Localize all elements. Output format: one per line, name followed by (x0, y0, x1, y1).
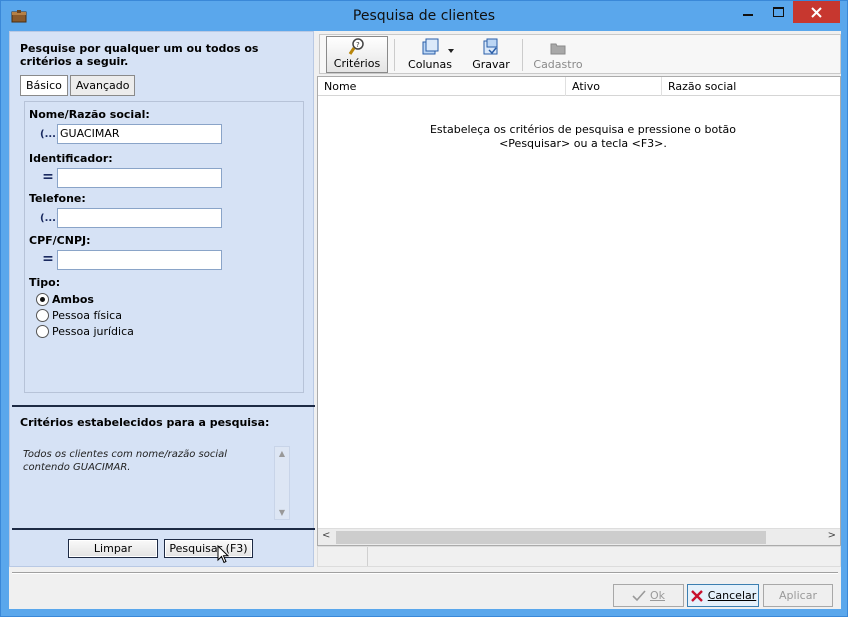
criterios-label: Critérios (333, 57, 381, 70)
criteria-heading: Pesquise por qualquer um ou todos os cri… (20, 42, 259, 68)
dialog-client: Pesquise por qualquer um ou todos os cri… (9, 31, 841, 609)
colunas-label: Colunas (408, 58, 452, 71)
ok-button[interactable]: Ok (613, 584, 684, 607)
maximize-button[interactable] (763, 1, 793, 23)
identificador-operator-icon[interactable]: = (40, 169, 56, 185)
radio-pessoa-fisica-indicator[interactable] (36, 309, 49, 322)
radio-pessoa-juridica-label: Pessoa jurídica (52, 325, 134, 338)
results-grid[interactable]: Nome Ativo Razão social Estabeleça os cr… (317, 76, 841, 546)
toolbar: ? Critérios Colunas Gravar Cadastro (319, 34, 841, 74)
dialog-window: Pesquisa de clientes Pesquise por qualqu… (0, 0, 848, 617)
telefone-label: Telefone: (29, 192, 86, 205)
nome-label: Nome/Razão social: (29, 108, 150, 121)
folder-icon (550, 43, 566, 55)
toolbar-separator-2 (522, 39, 523, 71)
apply-button[interactable]: Aplicar (763, 584, 833, 607)
cpf-operator-icon[interactable]: = (40, 251, 56, 267)
cpf-input[interactable] (57, 250, 222, 270)
criteria-tabs: Básico Avançado (20, 75, 137, 96)
mouse-cursor-icon (217, 545, 230, 564)
colunas-button[interactable]: Colunas (398, 36, 462, 73)
scroll-down-icon[interactable]: ▼ (277, 508, 287, 517)
close-icon (811, 6, 822, 18)
radio-pessoa-fisica[interactable]: Pessoa física (36, 309, 122, 322)
window-title: Pesquisa de clientes (352, 8, 496, 24)
toolbar-separator (394, 39, 395, 71)
established-criteria-text: Todos os clientes com nome/razão social … (23, 449, 228, 473)
horizontal-scrollbar[interactable]: < > (318, 528, 840, 545)
grid-header: Nome Ativo Razão social (318, 77, 840, 96)
gravar-label: Gravar (472, 58, 510, 71)
criterios-button[interactable]: ? Critérios (326, 36, 388, 73)
close-icon (690, 589, 703, 602)
nome-input[interactable]: GUACIMAR (57, 124, 222, 144)
radio-ambos-indicator[interactable] (36, 293, 49, 306)
close-button[interactable] (793, 1, 840, 23)
established-criteria-scrollbar[interactable]: ▲ ▼ (274, 446, 290, 520)
cancel-button[interactable]: Cancelar (687, 584, 759, 607)
column-header-nome[interactable]: Nome (318, 77, 566, 96)
criteria-panel: Pesquise por qualquer um ou todos os cri… (9, 31, 315, 567)
ok-label: Ok (649, 589, 666, 602)
title-bar[interactable]: Pesquisa de clientes (1, 1, 847, 31)
established-criteria-label: Critérios estabelecidos para a pesquisa: (20, 416, 270, 429)
search-button[interactable]: Pesquisar (F3) (164, 539, 253, 558)
identificador-label: Identificador: (29, 152, 113, 165)
criteria-form: Nome/Razão social: (...) GUACIMAR Identi… (24, 101, 304, 393)
radio-pessoa-juridica[interactable]: Pessoa jurídica (36, 325, 134, 338)
bottom-divider (12, 572, 838, 574)
telefone-input[interactable] (57, 208, 222, 228)
radio-ambos-label: Ambos (52, 293, 94, 306)
radio-ambos[interactable]: Ambos (36, 293, 94, 306)
svg-text:?: ? (356, 41, 360, 49)
minimize-icon (743, 14, 753, 16)
established-criteria-box: Todos os clientes com nome/razão social … (20, 446, 292, 520)
section-divider (12, 405, 315, 407)
cpf-label: CPF/CNPJ: (29, 234, 91, 247)
radio-pessoa-fisica-label: Pessoa física (52, 309, 122, 322)
column-header-razao-social[interactable]: Razão social (662, 77, 840, 96)
nome-operator-icon[interactable]: (...) (40, 129, 61, 141)
gravar-button[interactable]: Gravar (466, 36, 516, 73)
section-divider-bottom (12, 528, 315, 530)
magnifier-icon: ? (348, 38, 364, 55)
scroll-right-icon[interactable]: > (828, 530, 836, 541)
empty-grid-message: Estabeleça os critérios de pesquisa e pr… (429, 123, 736, 150)
chevron-down-icon[interactable] (448, 49, 455, 54)
maximize-icon (772, 7, 784, 17)
cancel-label: Cancelar (707, 589, 757, 602)
cadastro-button[interactable]: Cadastro (528, 36, 588, 73)
status-cell (318, 547, 368, 566)
tab-basico[interactable]: Básico (20, 75, 68, 96)
grid-status-row (317, 546, 841, 567)
telefone-operator-icon[interactable]: (...) (40, 213, 61, 225)
cadastro-label: Cadastro (533, 58, 583, 71)
column-header-ativo[interactable]: Ativo (566, 77, 662, 96)
identificador-input[interactable] (57, 168, 222, 188)
minimize-button[interactable] (733, 1, 763, 23)
save-icon (483, 38, 498, 55)
scroll-up-icon[interactable]: ▲ (277, 449, 287, 458)
radio-pessoa-juridica-indicator[interactable] (36, 325, 49, 338)
columns-icon (422, 38, 439, 55)
checkmark-icon (632, 589, 646, 601)
clear-button[interactable]: Limpar (68, 539, 158, 558)
tipo-label: Tipo: (29, 276, 61, 289)
scroll-left-icon[interactable]: < (322, 530, 330, 541)
horizontal-scroll-thumb[interactable] (336, 531, 766, 544)
tab-avancado[interactable]: Avançado (69, 75, 136, 96)
